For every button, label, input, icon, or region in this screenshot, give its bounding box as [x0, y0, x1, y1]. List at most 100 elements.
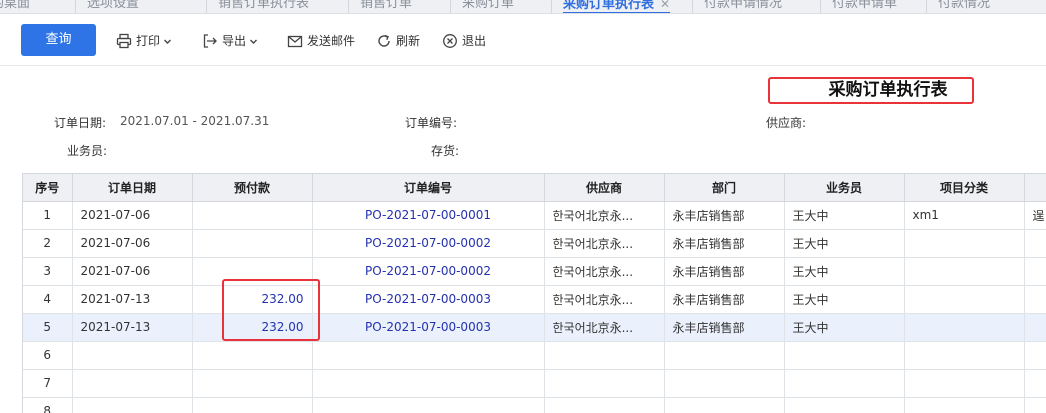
order-no-link[interactable]: PO-2021-07-00-0002 [312, 229, 545, 258]
project-category-cell [904, 397, 1025, 413]
prepay-cell [192, 341, 313, 370]
order-no-link[interactable]: PO-2021-07-00-0003 [312, 313, 545, 342]
tab-6[interactable]: 付款申请情况 [704, 0, 782, 13]
order-no-link[interactable] [312, 397, 545, 413]
tab-label: 我的桌面 [0, 0, 31, 11]
tab-0[interactable]: 我的桌面 [0, 0, 31, 13]
table-row[interactable]: 3 2021-07-06 PO-2021-07-00-0002 한국어北京永... 永丰… [23, 257, 1046, 286]
table-row[interactable]: 4 2021-07-13 232.00 PO-2021-07-00-0003 한국어北京… [23, 285, 1046, 314]
prepay-cell [192, 229, 313, 258]
tab-1[interactable]: 选项设置 [87, 0, 140, 13]
order-date-cell [72, 369, 193, 398]
tab-8[interactable]: 付款情况 [938, 0, 991, 13]
column-header[interactable]: 部门 [664, 174, 785, 202]
column-header[interactable]: 订单日期 [72, 174, 193, 202]
column-header[interactable]: 序号 [23, 174, 73, 202]
supplier-label: 供应商: [766, 116, 807, 130]
prepay-cell [192, 397, 313, 413]
order-no-link[interactable]: PO-2021-07-00-0001 [312, 201, 545, 230]
order-date-value: 2021.07.01 - 2021.07.31 [120, 114, 270, 128]
tab-separator [692, 0, 693, 13]
row-number: 1 [23, 201, 73, 230]
tab-4[interactable]: 采购订单 [462, 0, 515, 13]
salesperson-cell: 王大中 [784, 313, 905, 342]
chevron-down-icon [250, 39, 258, 44]
extra-cell: 逞 [1024, 201, 1046, 230]
order-date-cell [72, 341, 193, 370]
extra-cell [1024, 313, 1046, 342]
department-cell: 永丰店销售部 [664, 313, 785, 342]
column-header[interactable]: 项目分类 [904, 174, 1025, 202]
export-button[interactable]: 导出 [202, 31, 262, 51]
tab-7[interactable]: 付款申请单 [832, 0, 897, 13]
print-label: 打印 [136, 34, 161, 48]
extra-cell [1024, 369, 1046, 398]
column-header[interactable]: 供应商 [544, 174, 665, 202]
table-row[interactable]: 2 2021-07-06 PO-2021-07-00-0002 한국어北京永... 永丰… [23, 229, 1046, 258]
tab-label: 付款情况 [938, 0, 991, 11]
department-cell: 永丰店销售部 [664, 229, 785, 258]
column-header[interactable]: 订单编号 [312, 174, 545, 202]
department-cell [664, 369, 785, 398]
send-email-button[interactable]: 发送邮件 [287, 31, 355, 51]
tab-5[interactable]: 采购订单执行表 ✕ [563, 0, 671, 13]
table-row[interactable]: 8 [23, 397, 1046, 413]
order-no-link[interactable] [312, 369, 545, 398]
tab-3[interactable]: 销售订单 [360, 0, 412, 13]
close-icon[interactable]: ✕ [660, 0, 670, 11]
tab-separator [75, 0, 76, 13]
order-no-link[interactable]: PO-2021-07-00-0002 [312, 257, 545, 286]
extra-cell [1024, 397, 1046, 413]
table-row[interactable]: 7 [23, 369, 1046, 398]
project-category-cell [904, 229, 1025, 258]
salesperson-cell: 王大中 [784, 285, 905, 314]
tab-2[interactable]: 销售订单执行表 [218, 0, 310, 13]
department-cell: 永丰店销售部 [664, 257, 785, 286]
refresh-button[interactable]: 刷新 [376, 31, 420, 51]
tab-separator [926, 0, 927, 13]
order-date-cell [72, 397, 193, 413]
inventory-label: 存货: [431, 144, 460, 158]
order-date-cell: 2021-07-13 [72, 313, 193, 342]
supplier-cell [544, 341, 665, 370]
order-date-label: 订单日期: [54, 116, 107, 130]
project-category-cell [904, 285, 1025, 314]
table-row[interactable]: 6 [23, 341, 1046, 370]
exit-button[interactable]: 退出 [442, 31, 486, 51]
extra-cell [1024, 229, 1046, 258]
order-no-label: 订单编号: [405, 116, 458, 130]
project-category-cell [904, 257, 1025, 286]
prepay-cell [192, 201, 313, 230]
mail-icon [287, 35, 303, 48]
query-button[interactable]: 查询 [21, 24, 96, 56]
table-row[interactable]: 1 2021-07-06 PO-2021-07-00-0001 한국어北京永... 永丰… [23, 201, 1046, 230]
tab-label: 选项设置 [87, 0, 140, 11]
tab-label: 采购订单执行表 [563, 0, 655, 12]
project-category-cell [904, 313, 1025, 342]
refresh-label: 刷新 [396, 34, 421, 48]
print-button[interactable]: 打印 [116, 31, 176, 51]
report-title: 采购订单执行表 [828, 80, 948, 100]
order-no-link[interactable] [312, 341, 545, 370]
order-grid: 序号 订单日期 预付款 订单编号 供应商 部门 业务员 项目分类 1 2021-07-06 PO-… [22, 173, 1046, 413]
salesperson-cell [784, 369, 905, 398]
extra-cell [1024, 341, 1046, 370]
send-email-label: 发送邮件 [307, 34, 356, 48]
column-header[interactable]: 业务员 [784, 174, 905, 202]
tab-separator [450, 0, 451, 13]
row-number: 4 [23, 285, 73, 314]
tab-label: 采购订单 [462, 0, 515, 11]
supplier-cell: 한국어北京永... [544, 313, 665, 342]
tab-label: 销售订单执行表 [218, 0, 310, 11]
order-date-cell: 2021-07-06 [72, 257, 193, 286]
salesperson-cell: 王大中 [784, 257, 905, 286]
department-cell [664, 397, 785, 413]
prepay-cell [192, 257, 313, 286]
order-no-link[interactable]: PO-2021-07-00-0003 [312, 285, 545, 314]
table-row[interactable]: 5 2021-07-13 232.00 PO-2021-07-00-0003 한국어北京… [23, 313, 1046, 342]
department-cell: 永丰店销售部 [664, 201, 785, 230]
column-header[interactable]: 预付款 [192, 174, 313, 202]
supplier-cell: 한국어北京永... [544, 201, 665, 230]
column-header[interactable] [1024, 174, 1046, 202]
order-date-cell: 2021-07-13 [72, 285, 193, 314]
